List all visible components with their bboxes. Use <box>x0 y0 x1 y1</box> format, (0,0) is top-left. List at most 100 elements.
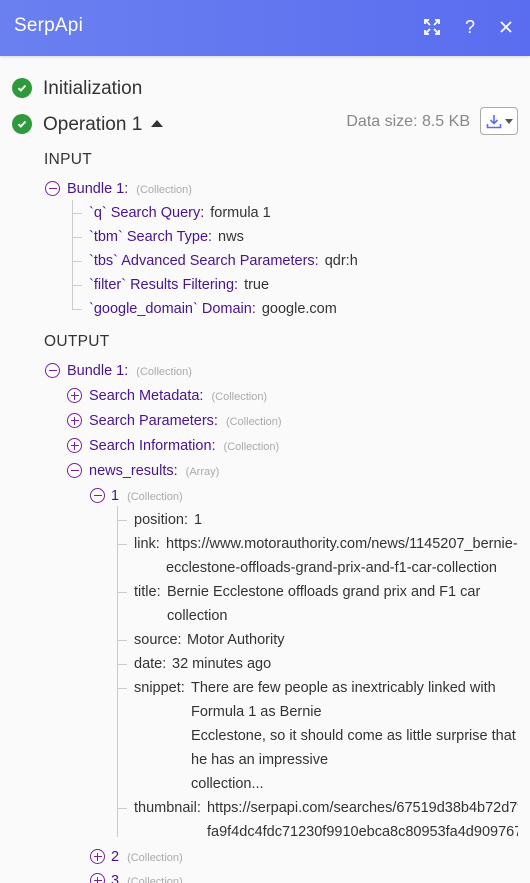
snippet-line: Formula 1 as Bernie <box>191 704 322 720</box>
help-icon[interactable]: ? <box>457 14 483 40</box>
input-field-row: `tbs` Advanced Search Parameters: qdr:h <box>89 253 358 269</box>
thumbnail-value-line1: https://serpapi.com/searches/67519d38b4b… <box>207 800 518 816</box>
expand-plus-icon[interactable] <box>67 438 82 453</box>
tree-line <box>117 506 118 837</box>
data-size: Data size: 8.5 KB <box>346 113 470 130</box>
news-item-3-row[interactable]: 3 (Collection) <box>111 873 183 883</box>
field-value: qdr:h <box>324 253 358 269</box>
close-icon[interactable] <box>493 14 519 40</box>
collection-key: Search Information: <box>89 438 216 454</box>
field-value: true <box>244 277 270 293</box>
title-value-line1: Bernie Ecclestone offloads grand prix an… <box>167 584 481 600</box>
type-tag: (Collection) <box>127 852 183 864</box>
tree-branch <box>117 640 127 641</box>
type-tag: (Collection) <box>223 441 280 453</box>
title-value-line2: collection <box>167 608 228 624</box>
source-value: Motor Authority <box>187 632 285 648</box>
title-key: title: <box>134 584 161 600</box>
collapse-icon[interactable] <box>67 463 82 478</box>
collection-row-search-information[interactable]: Search Information: (Collection) <box>89 438 279 454</box>
input-field-row: `google_domain` Domain: google.com <box>89 301 337 317</box>
snippet-line: he has an impressive <box>191 752 329 768</box>
collapse-icon[interactable] <box>45 363 60 378</box>
type-tag: (Collection) <box>127 876 183 883</box>
expand-plus-icon[interactable] <box>90 873 105 883</box>
download-icon <box>486 114 501 128</box>
item-index: 2 <box>111 849 120 865</box>
source-key: source: <box>134 632 182 648</box>
input-field-row: `tbm` Search Type: nws <box>89 229 244 245</box>
success-check-icon <box>12 78 32 98</box>
snippet-line: Ecclestone, so it should come as little … <box>191 728 516 744</box>
date-value: 32 minutes ago <box>172 656 272 672</box>
expand-plus-icon[interactable] <box>67 388 82 403</box>
bundle-label: Bundle 1: <box>67 181 129 197</box>
position-key: position: <box>134 512 189 528</box>
snippet-line: There are few people as inextricably lin… <box>191 680 496 696</box>
collection-row-search-parameters[interactable]: Search Parameters: (Collection) <box>89 413 282 429</box>
link-key: link: <box>134 536 160 552</box>
array-row-news-results[interactable]: news_results: (Array) <box>89 463 219 479</box>
bundle-label: Bundle 1: <box>67 363 129 379</box>
expand-plus-icon[interactable] <box>67 413 82 428</box>
expand-icon[interactable] <box>419 14 445 40</box>
field-value: google.com <box>261 301 337 317</box>
collection-key: Search Parameters: <box>89 413 218 429</box>
thumbnail-value-line2: fa9f4dc4fdc71230f9910ebca8c80953fa4d9097… <box>207 824 518 840</box>
array-key: news_results: <box>89 463 178 479</box>
thumbnail-value-clip: https://serpapi.com/searches/67519d38b4b… <box>207 796 518 844</box>
item-index: 3 <box>111 873 120 883</box>
download-button[interactable] <box>480 107 518 135</box>
tree-branch <box>72 261 82 262</box>
step-operation[interactable]: Operation 1 <box>43 114 142 136</box>
type-tag: (Collection) <box>136 184 192 196</box>
type-tag: (Collection) <box>211 391 268 403</box>
step-initialization[interactable]: Initialization <box>43 78 142 100</box>
tree-branch <box>72 309 82 310</box>
collapse-icon[interactable] <box>90 488 105 503</box>
link-value-line1: https://www.motorauthority.com/news/1145… <box>166 536 518 552</box>
module-header: SerpApi ? <box>0 0 530 56</box>
type-tag: (Collection) <box>136 366 192 378</box>
field-key: `tbs` Advanced Search Parameters: <box>89 253 319 269</box>
input-field-row: `q` Search Query: formula 1 <box>89 205 271 221</box>
input-bundle-row[interactable]: Bundle 1: (Collection) <box>67 181 192 197</box>
snippet-line: collection... <box>191 776 264 792</box>
collapse-caret-icon[interactable] <box>151 120 163 127</box>
tree-branch <box>117 544 127 545</box>
snippet-key: snippet: <box>134 680 185 696</box>
field-value: nws <box>218 229 244 245</box>
field-key: `tbm` Search Type: <box>89 229 213 245</box>
field-key: `filter` Results Filtering: <box>89 277 239 293</box>
output-label: OUTPUT <box>44 333 110 350</box>
input-label: INPUT <box>44 151 92 168</box>
field-value: formula 1 <box>210 205 271 221</box>
type-tag: (Array) <box>185 466 220 478</box>
success-check-icon <box>12 114 32 134</box>
news-item-1-row[interactable]: 1 (Collection) <box>111 488 183 504</box>
input-field-row: `filter` Results Filtering: true <box>89 277 269 293</box>
tree-branch <box>72 213 82 214</box>
position-value: 1 <box>194 512 203 528</box>
collapse-icon[interactable] <box>45 181 60 196</box>
tree-line <box>72 200 73 310</box>
news-item-2-row[interactable]: 2 (Collection) <box>111 849 183 865</box>
date-key: date: <box>134 656 167 672</box>
tree-branch <box>117 808 127 809</box>
collection-row-search-metadata[interactable]: Search Metadata: (Collection) <box>89 388 267 404</box>
output-bundle-row[interactable]: Bundle 1: (Collection) <box>67 363 192 379</box>
tree-branch <box>72 237 82 238</box>
thumbnail-key: thumbnail: <box>134 800 201 816</box>
item-index: 1 <box>111 488 120 504</box>
tree-branch <box>117 520 127 521</box>
field-key: `google_domain` Domain: <box>89 301 256 317</box>
expand-plus-icon[interactable] <box>90 849 105 864</box>
tree-branch <box>72 285 82 286</box>
module-title: SerpApi <box>14 15 83 36</box>
field-key: `q` Search Query: <box>89 205 205 221</box>
type-tag: (Collection) <box>225 416 282 428</box>
type-tag: (Collection) <box>127 491 183 503</box>
chevron-down-icon <box>504 118 513 124</box>
tree-branch <box>117 592 127 593</box>
tree-branch <box>117 664 127 665</box>
